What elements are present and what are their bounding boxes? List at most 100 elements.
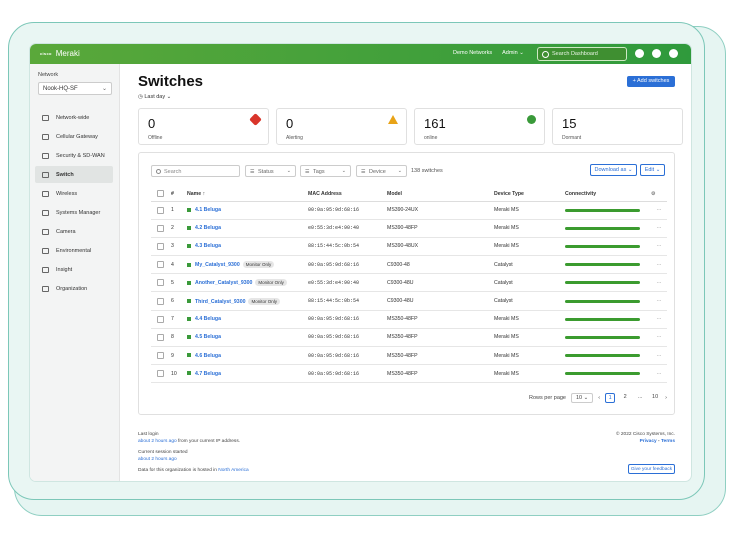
row-actions-icon[interactable]: ··· (651, 273, 667, 293)
row-checkbox[interactable] (157, 224, 164, 232)
sidebar-item-environmental[interactable]: Environmental (35, 242, 113, 259)
row-model: MS390-24UX (387, 201, 494, 220)
add-switches-button[interactable]: + Add switches (627, 76, 675, 87)
switch-name-link[interactable]: 4.3 Beluga (195, 243, 221, 249)
col-type[interactable]: Device Type (494, 187, 565, 202)
gear-icon[interactable]: ⚙ (651, 191, 656, 197)
chevron-down-icon: ⌄ (286, 168, 291, 174)
sidebar-item-wireless[interactable]: Wireless (35, 185, 113, 202)
row-checkbox[interactable] (157, 297, 164, 305)
row-checkbox[interactable] (157, 352, 164, 360)
switch-name-link[interactable]: 4.2 Beluga (195, 225, 221, 231)
page-2[interactable]: 2 (620, 393, 630, 403)
switch-name-link[interactable]: My_Catalyst_9300 (195, 262, 240, 268)
row-checkbox[interactable] (157, 370, 164, 378)
row-actions-icon[interactable]: ··· (651, 346, 667, 366)
row-checkbox[interactable] (157, 206, 164, 214)
stat-card-dormant[interactable]: 15 Dormant (552, 108, 683, 145)
feedback-button[interactable]: Give your feedback (628, 464, 675, 474)
timeframe-select[interactable]: ◷ Last day ⌄ (138, 94, 171, 100)
next-page-icon[interactable]: › (665, 395, 667, 401)
table-row[interactable]: 9 4.6 Beluga 00:0a:95:9d:68:16 MS350-48FP Me… (151, 346, 667, 366)
privacy-link[interactable]: Privacy (640, 439, 657, 444)
status-filter[interactable]: ☰ Status ⌄ (245, 165, 296, 177)
row-actions-icon[interactable]: ··· (651, 291, 667, 311)
col-name[interactable]: Name ↑ (187, 187, 308, 202)
stat-card-offline[interactable]: 0 Offline (138, 108, 269, 145)
sidebar-item-security-sd-wan[interactable]: Security & SD-WAN (35, 147, 113, 164)
tags-filter[interactable]: ☰ Tags ⌄ (300, 165, 351, 177)
user-icon[interactable] (635, 49, 644, 58)
sidebar-item-cellular-gateway[interactable]: Cellular Gateway (35, 128, 113, 145)
edit-button[interactable]: Edit ⌄ (640, 164, 665, 176)
col-mac[interactable]: MAC Address (308, 187, 387, 202)
sidebar-item-network-wide[interactable]: Network-wide (35, 109, 113, 126)
admin-menu[interactable]: Admin ⌄ (502, 50, 524, 56)
col-model[interactable]: Model (387, 187, 494, 202)
row-actions-icon[interactable]: ··· (651, 237, 667, 257)
help-icon[interactable] (652, 49, 661, 58)
stat-card-online[interactable]: 161 online (414, 108, 545, 145)
status-online-icon (187, 207, 191, 212)
stat-value: 0 (148, 116, 156, 131)
switch-name-link[interactable]: 4.1 Beluga (195, 207, 221, 213)
row-checkbox[interactable] (157, 279, 164, 287)
table-row[interactable]: 10 4.7 Beluga 00:0a:95:9d:68:16 MS350-48FP M… (151, 364, 667, 384)
table-row[interactable]: 4 My_Catalyst_9300 Monitor Only 00:0a:95:9d… (151, 255, 667, 275)
table-row[interactable]: 7 4.4 Beluga 00:0a:95:9d:68:16 MS350-48FP Me… (151, 310, 667, 329)
table-row[interactable]: 1 4.1 Beluga 00:0a:95:9d:68:16 MS390-24UX Me… (151, 201, 667, 220)
notifications-icon[interactable] (669, 49, 678, 58)
last-login-value[interactable]: about 2 hours ago (138, 439, 177, 444)
page-1[interactable]: 1 (605, 393, 616, 403)
session-value[interactable]: about 2 hours ago (138, 457, 177, 462)
switch-name-link[interactable]: 4.5 Beluga (195, 334, 221, 340)
col-number[interactable]: # (171, 187, 187, 202)
sidebar-item-camera[interactable]: Camera (35, 223, 113, 240)
rows-per-page-select[interactable]: 10 ⌄ (571, 393, 594, 403)
row-actions-icon[interactable]: ··· (651, 364, 667, 384)
prev-page-icon[interactable]: ‹ (598, 395, 600, 401)
row-checkbox[interactable] (157, 315, 164, 323)
switch-name-link[interactable]: 4.4 Beluga (195, 316, 221, 322)
table-row[interactable]: 2 4.2 Beluga e0:55:3d:e4:90:40 MS390-48FP Me… (151, 219, 667, 238)
table-row[interactable]: 8 4.5 Beluga 00:0a:95:9d:68:16 MS350-48FP Me… (151, 328, 667, 348)
row-checkbox[interactable] (157, 333, 164, 341)
table-search-input[interactable]: Search (151, 165, 240, 177)
dashboard-search-input[interactable]: Search Dashboard (537, 47, 627, 61)
select-all-checkbox[interactable] (157, 190, 164, 198)
sidebar-item-insight[interactable]: Insight (35, 261, 113, 278)
data-region-link[interactable]: North America (218, 468, 248, 473)
row-actions-icon[interactable]: ··· (651, 328, 667, 348)
row-select-cell (151, 364, 171, 384)
switch-name-link[interactable]: Third_Catalyst_9300 (195, 299, 245, 305)
sidebar-item-label: Environmental (56, 247, 92, 254)
meraki-logo[interactable]: cisco Meraki (40, 49, 80, 58)
switch-name-link[interactable]: 4.7 Beluga (195, 371, 221, 377)
terms-link[interactable]: Terms (661, 439, 675, 444)
page-title: Switches (138, 73, 204, 90)
switch-name-link[interactable]: 4.6 Beluga (195, 353, 221, 359)
row-actions-icon[interactable]: ··· (651, 219, 667, 238)
table-row[interactable]: 6 Third_Catalyst_9300 Monitor Only 88:15:44… (151, 291, 667, 311)
row-actions-icon[interactable]: ··· (651, 255, 667, 275)
switch-name-link[interactable]: Another_Catalyst_9300 (195, 280, 252, 286)
camera-icon (42, 228, 49, 235)
network-select[interactable]: Nook-HQ-SF ⌄ (38, 82, 112, 95)
download-button[interactable]: Download as ⌄ (590, 164, 637, 176)
page-10[interactable]: 10 (650, 393, 660, 403)
table-row[interactable]: 3 4.3 Beluga 88:15:44:5c:0b:54 MS390-48UX Me… (151, 237, 667, 257)
table-row[interactable]: 5 Another_Catalyst_9300 Monitor Only e0:55:… (151, 273, 667, 293)
sidebar-item-switch[interactable]: Switch (35, 166, 113, 183)
row-checkbox[interactable] (157, 242, 164, 250)
sidebar-item-organization[interactable]: Organization (35, 280, 113, 297)
org-link[interactable]: Demo Networks (453, 50, 492, 56)
status-online-icon (187, 371, 191, 376)
stat-card-alerting[interactable]: 0 Alerting (276, 108, 407, 145)
sidebar-item-label: Systems Manager (56, 209, 101, 216)
col-connectivity[interactable]: Connectivity (565, 187, 651, 202)
sidebar-item-systems-manager[interactable]: Systems Manager (35, 204, 113, 221)
row-checkbox[interactable] (157, 261, 164, 269)
row-actions-icon[interactable]: ··· (651, 201, 667, 220)
device-filter[interactable]: ☰ Device ⌄ (356, 165, 407, 177)
row-actions-icon[interactable]: ··· (651, 310, 667, 329)
